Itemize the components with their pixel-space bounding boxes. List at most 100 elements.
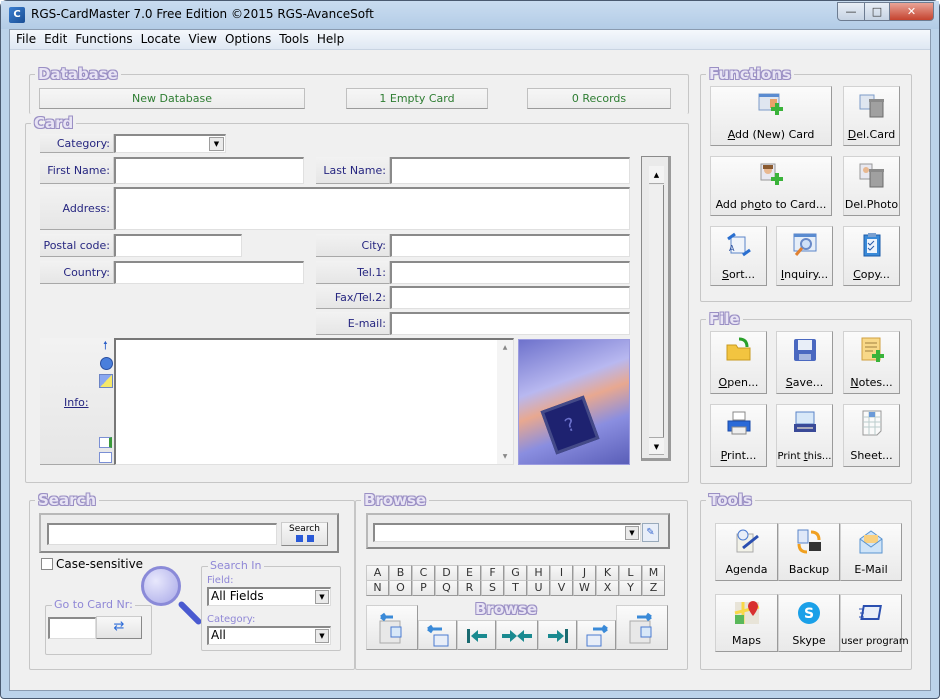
tel1-input[interactable] xyxy=(390,261,630,284)
go-middle-button[interactable] xyxy=(496,620,538,650)
user-program-button[interactable]: user program xyxy=(840,594,909,652)
info-link[interactable]: Info: xyxy=(64,396,89,409)
save-button[interactable]: Save... xyxy=(776,331,833,394)
letter-button-b[interactable]: B xyxy=(389,565,412,581)
letter-button-e[interactable]: E xyxy=(458,565,481,581)
menu-functions[interactable]: Functions xyxy=(71,30,136,49)
search-input[interactable] xyxy=(47,523,277,545)
case-sensitive-checkbox[interactable] xyxy=(41,558,53,570)
scroll-up-icon[interactable]: ▲ xyxy=(497,344,513,351)
chevron-down-icon[interactable]: ▼ xyxy=(315,590,329,604)
go-to-card-button[interactable]: ⇄ xyxy=(96,616,142,639)
postal-code-input[interactable] xyxy=(114,234,242,257)
sheet-button[interactable]: Sheet... xyxy=(843,404,900,467)
print-button[interactable]: Print... xyxy=(710,404,767,467)
next-card-button[interactable] xyxy=(577,620,616,650)
letter-button-l[interactable]: L xyxy=(619,565,642,581)
letter-button-y[interactable]: Y xyxy=(619,580,642,596)
card-scrollbar[interactable]: ▲ ▼ xyxy=(641,156,671,461)
scroll-down-icon[interactable]: ▼ xyxy=(497,453,513,460)
letter-button-i[interactable]: I xyxy=(550,565,573,581)
field-select[interactable]: All Fields ▼ xyxy=(207,587,331,606)
scroll-down-button[interactable]: ▼ xyxy=(649,437,664,455)
info-scrollbar[interactable]: ▲ ▼ xyxy=(497,340,513,464)
browse-combo[interactable]: ▼ xyxy=(373,523,641,542)
folder-icon[interactable] xyxy=(99,452,112,463)
email-button[interactable]: E-Mail xyxy=(840,523,902,581)
info-textarea[interactable]: ▲ ▼ xyxy=(114,338,514,465)
letter-button-s[interactable]: S xyxy=(481,580,504,596)
letter-button-w[interactable]: W xyxy=(573,580,596,596)
menu-view[interactable]: View xyxy=(185,30,221,49)
first-name-input[interactable] xyxy=(114,157,304,184)
inquiry-button[interactable]: Inquiry... xyxy=(776,226,833,286)
category-filter-select[interactable]: All ▼ xyxy=(207,626,331,645)
letter-button-o[interactable]: O xyxy=(389,580,412,596)
email-input[interactable] xyxy=(390,312,630,335)
menu-edit[interactable]: Edit xyxy=(40,30,71,49)
letter-button-q[interactable]: Q xyxy=(435,580,458,596)
backup-button[interactable]: Backup xyxy=(778,523,840,581)
letter-button-k[interactable]: K xyxy=(596,565,619,581)
letter-button-h[interactable]: H xyxy=(527,565,550,581)
go-first-button[interactable] xyxy=(457,620,496,650)
case-sensitive-label[interactable]: Case-sensitive xyxy=(56,557,143,571)
letter-button-d[interactable]: D xyxy=(435,565,458,581)
chevron-down-icon[interactable]: ▼ xyxy=(625,526,639,540)
category-select[interactable]: ▼ xyxy=(114,134,226,153)
last-card-button[interactable] xyxy=(616,605,668,650)
letter-button-a[interactable]: A xyxy=(366,565,389,581)
chevron-down-icon[interactable]: ▼ xyxy=(209,137,224,151)
chevron-down-icon[interactable]: ▼ xyxy=(315,629,329,643)
letter-button-j[interactable]: J xyxy=(573,565,596,581)
menu-help[interactable]: Help xyxy=(313,30,348,49)
minimize-button[interactable]: — xyxy=(837,2,865,21)
letter-button-z[interactable]: Z xyxy=(642,580,665,596)
scroll-track[interactable] xyxy=(649,185,664,437)
open-button[interactable]: Open... xyxy=(710,331,767,394)
letter-button-f[interactable]: F xyxy=(481,565,504,581)
search-person-icon[interactable] xyxy=(99,374,113,388)
clock-icon[interactable] xyxy=(100,357,113,370)
scroll-up-button[interactable]: ▲ xyxy=(649,166,664,184)
city-input[interactable] xyxy=(390,234,630,257)
delete-photo-button[interactable]: Del.Photo xyxy=(843,156,900,216)
previous-card-button[interactable] xyxy=(418,620,457,650)
letter-button-u[interactable]: U xyxy=(527,580,550,596)
letter-button-m[interactable]: M xyxy=(642,565,665,581)
letter-button-p[interactable]: P xyxy=(412,580,435,596)
close-button[interactable]: ✕ xyxy=(889,2,934,21)
menu-file[interactable]: File xyxy=(12,30,40,49)
letter-button-c[interactable]: C xyxy=(412,565,435,581)
letter-button-r[interactable]: R xyxy=(458,580,481,596)
copy-button[interactable]: Copy... xyxy=(843,226,900,286)
address-input[interactable] xyxy=(114,187,630,230)
card-photo[interactable]: ? xyxy=(518,339,630,465)
browse-edit-button[interactable]: ✎ xyxy=(642,523,659,542)
add-image-icon[interactable] xyxy=(99,437,112,448)
add-card-button[interactable]: Add (New) Card xyxy=(710,86,832,146)
menu-locate[interactable]: Locate xyxy=(137,30,185,49)
delete-card-button[interactable]: Del.Card xyxy=(843,86,900,146)
letter-button-g[interactable]: G xyxy=(504,565,527,581)
maps-button[interactable]: Maps xyxy=(715,594,778,652)
menu-options[interactable]: Options xyxy=(221,30,275,49)
go-last-button[interactable] xyxy=(538,620,577,650)
skype-button[interactable]: S Skype xyxy=(778,594,840,652)
letter-button-t[interactable]: T xyxy=(504,580,527,596)
last-name-input[interactable] xyxy=(390,157,630,184)
title-bar[interactable]: C RGS-CardMaster 7.0 Free Edition ©2015 … xyxy=(1,1,939,29)
letter-button-v[interactable]: V xyxy=(550,580,573,596)
letter-button-n[interactable]: N xyxy=(366,580,389,596)
sort-button[interactable]: A Sort... xyxy=(710,226,767,286)
add-photo-button[interactable]: Add photo to Card... xyxy=(710,156,832,216)
agenda-button[interactable]: Agenda xyxy=(715,523,778,581)
maximize-button[interactable]: □ xyxy=(864,2,890,21)
letter-button-x[interactable]: X xyxy=(596,580,619,596)
upload-arrow-icon[interactable]: 🠕 xyxy=(103,340,113,352)
card-number-input[interactable] xyxy=(48,617,96,639)
fax-tel2-input[interactable] xyxy=(390,286,630,309)
app-icon[interactable]: C xyxy=(9,7,25,23)
print-this-button[interactable]: Print this... xyxy=(776,404,833,467)
menu-tools[interactable]: Tools xyxy=(275,30,313,49)
